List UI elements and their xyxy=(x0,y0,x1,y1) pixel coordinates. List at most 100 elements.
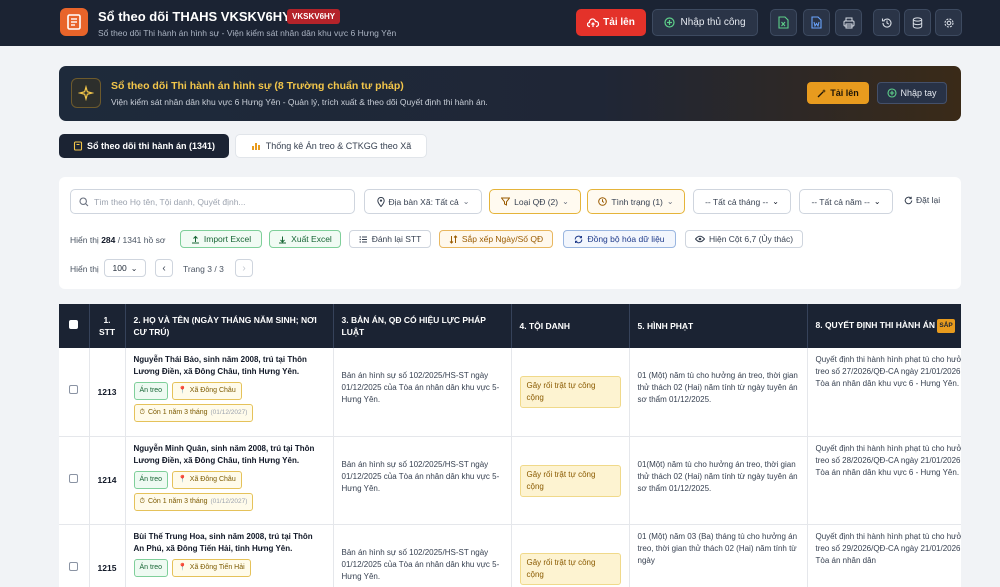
sort-chip: SẮP xyxy=(937,319,955,333)
tab-tracking-book[interactable]: Sổ theo dõi thi hành án (1341) xyxy=(59,134,229,158)
record-count: Hiển thị 284 / 1341 hồ sơ xyxy=(70,235,166,245)
upload-button[interactable]: Tải lên xyxy=(576,9,646,36)
row-crime-cell: Gây rối trật tự công cộng xyxy=(511,524,630,587)
print-icon-button[interactable] xyxy=(835,9,862,36)
export-excel-button[interactable]: Xuất Excel xyxy=(269,230,341,248)
settings-icon xyxy=(943,17,954,28)
area-filter-label: Địa bàn Xã: Tất cả xyxy=(388,196,459,207)
cloud-upload-icon xyxy=(587,17,600,27)
col-header-penalty[interactable]: 5. HÌNH PHẠT xyxy=(629,304,808,348)
filter-card: Địa bàn Xã: Tất cả ⌄ Loại QĐ (2) ⌄ Tình … xyxy=(59,177,961,289)
app-logo xyxy=(60,8,88,36)
row-person-cell: Bùi Thế Trung Hoa, sinh năm 2008, trú tạ… xyxy=(125,524,334,587)
banner-upload-label: Tải lên xyxy=(830,88,859,98)
history-icon-button[interactable] xyxy=(873,9,900,36)
col-header-stt[interactable]: 1. STT xyxy=(89,304,126,348)
export-excel-icon-button[interactable] xyxy=(770,9,797,36)
reset-label: Đặt lại xyxy=(916,195,941,205)
row-decision: Quyết định thi hành hình phạt tù cho hưở… xyxy=(807,436,961,525)
tab-statistics[interactable]: Thống kê Án treo & CTKGG theo Xã xyxy=(235,134,427,158)
import-excel-button[interactable]: Import Excel xyxy=(180,230,262,248)
map-pin-icon xyxy=(376,196,385,207)
crime-badge: Gây rối trật tự công cộng xyxy=(519,552,621,585)
row-judgment: Bản án hình sự số 102/2025/HS-ST ngày 01… xyxy=(333,436,512,525)
area-filter-dropdown[interactable]: Địa bàn Xã: Tất cả ⌄ xyxy=(364,189,482,214)
banner-upload-button[interactable]: Tải lên xyxy=(807,82,869,104)
remaining-time-badge: ⏱ Còn 1 năm 3 tháng (01/12/2027) xyxy=(133,492,254,511)
status-dropdown[interactable]: Tình trạng (1) ⌄ xyxy=(587,189,685,214)
plus-circle-icon xyxy=(887,88,898,98)
settings-icon-button[interactable] xyxy=(935,9,962,36)
sentence-type-badge: Án treo xyxy=(133,382,169,400)
row-penalty: 01 (Một) năm tù cho hưởng án treo, thời … xyxy=(629,348,808,437)
map-pin-icon: 📍 xyxy=(178,475,187,483)
month-select-label: -- Tất cả tháng -- xyxy=(705,196,769,207)
col-header-crime[interactable]: 4. TỘI DANH xyxy=(511,304,630,348)
renumber-button[interactable]: Đánh lại STT xyxy=(349,230,431,248)
banner-icon-box xyxy=(71,78,101,108)
page-size-select[interactable]: 100 ⌄ xyxy=(104,259,146,277)
reset-button[interactable]: Đặt lại xyxy=(904,195,940,205)
prev-page-button[interactable]: ‹ xyxy=(155,259,173,277)
sentence-type-badge: Án treo xyxy=(133,558,169,577)
search-box[interactable] xyxy=(70,189,355,214)
plus-circle-icon xyxy=(664,17,676,28)
app-subtitle: Sổ theo dõi Thi hành án hình sự - Viện k… xyxy=(98,28,397,38)
sync-data-button[interactable]: Đồng bộ hóa dữ liệu xyxy=(563,230,676,248)
row-judgment: Bản án hình sự số 102/2025/HS-ST ngày 01… xyxy=(333,348,512,437)
upload-label: Tải lên xyxy=(603,17,635,28)
row-person-cell: Nguyễn Thái Bảo, sinh năm 2008, trú tại … xyxy=(125,348,334,437)
row-person: Nguyễn Thái Bảo, sinh năm 2008, trú tại … xyxy=(133,355,307,376)
chevron-right-icon: › xyxy=(242,262,246,274)
banner-title: Sổ theo dõi Thi hành án hình sự (8 Trườn… xyxy=(111,80,404,92)
show-columns-button[interactable]: Hiện Cột 6,7 (Ủy thác) xyxy=(685,230,803,248)
clock-icon: ⏱ xyxy=(139,497,145,505)
row-crime-cell: Gây rối trật tự công cộng xyxy=(511,436,630,525)
row-checkbox[interactable] xyxy=(69,561,79,571)
row-checkbox[interactable] xyxy=(69,385,79,395)
row-checkbox[interactable] xyxy=(69,473,79,483)
top-header: Sổ theo dõi THAHS VKSKV6HY VKSKV6HY Sổ t… xyxy=(0,0,1000,46)
year-select[interactable]: -- Tất cả năm -- ⌄ xyxy=(799,189,893,214)
decision-type-label: Loại QĐ (2) xyxy=(514,196,559,207)
banner-subtitle: Viện kiểm sát nhân dân khu vực 6 Hưng Yê… xyxy=(111,97,488,107)
records-table-container: 1. STT 2. HỌ VÀ TÊN (NGÀY THÁNG NĂM SINH… xyxy=(59,304,961,587)
search-input[interactable] xyxy=(94,196,344,207)
export-word-icon-button[interactable] xyxy=(803,9,830,36)
list-number-icon xyxy=(359,235,367,243)
row-stt: 1214 xyxy=(89,436,126,525)
manual-entry-button[interactable]: Nhập thủ công xyxy=(652,9,758,36)
database-icon-button[interactable] xyxy=(904,9,931,36)
book-icon xyxy=(73,141,83,151)
table-row[interactable]: 1214 Nguyễn Minh Quân, sinh năm 2008, tr… xyxy=(59,436,961,525)
table-row[interactable]: 1213 Nguyễn Thái Bảo, sinh năm 2008, trú… xyxy=(59,348,961,437)
next-page-button[interactable]: › xyxy=(235,259,253,277)
history-icon xyxy=(881,18,892,28)
chevron-down-icon: ⌄ xyxy=(666,197,674,206)
select-all-checkbox[interactable] xyxy=(69,320,79,329)
app-badge: VKSKV6HY xyxy=(287,9,341,24)
records-table: 1. STT 2. HỌ VÀ TÊN (NGÀY THÁNG NĂM SINH… xyxy=(59,304,961,587)
refresh-icon xyxy=(904,196,913,204)
chevron-down-icon: ⌄ xyxy=(772,197,779,206)
col-header-decision[interactable]: 8. QUYẾT ĐỊNH THI HÀNH ÁN SẮP xyxy=(807,304,961,348)
eye-icon xyxy=(694,235,705,243)
month-select[interactable]: -- Tất cả tháng -- ⌄ xyxy=(693,189,791,214)
tab-statistics-label: Thống kê Án treo & CTKGG theo Xã xyxy=(265,141,412,151)
sort-button[interactable]: Sắp xếp Ngày/Số QĐ xyxy=(439,230,553,248)
chevron-left-icon: ‹ xyxy=(162,262,166,274)
row-stt: 1215 xyxy=(89,524,126,587)
col-header-judgment[interactable]: 3. BẢN ÁN, QĐ CÓ HIỆU LỰC PHÁP LUẬT xyxy=(333,304,512,348)
table-row[interactable]: 1215 Bùi Thế Trung Hoa, sinh năm 2008, t… xyxy=(59,524,961,587)
row-judgment: Bản án hình sự số 102/2025/HS-ST ngày 01… xyxy=(333,524,512,587)
col-header-name[interactable]: 2. HỌ VÀ TÊN (NGÀY THÁNG NĂM SINH; NƠI C… xyxy=(125,304,334,348)
crime-badge: Gây rối trật tự công cộng xyxy=(519,464,621,497)
tab-tracking-book-label: Sổ theo dõi thi hành án (1341) xyxy=(86,141,215,151)
clock-icon: ⏱ xyxy=(139,409,145,416)
decision-type-dropdown[interactable]: Loại QĐ (2) ⌄ xyxy=(489,189,581,214)
database-icon xyxy=(912,16,923,29)
row-penalty: 01(Một) năm tù cho hưởng án treo, thời g… xyxy=(629,436,808,525)
banner-manual-button[interactable]: Nhập tay xyxy=(877,82,947,104)
record-count-shown: 284 xyxy=(101,235,116,245)
upload-icon xyxy=(191,235,199,243)
